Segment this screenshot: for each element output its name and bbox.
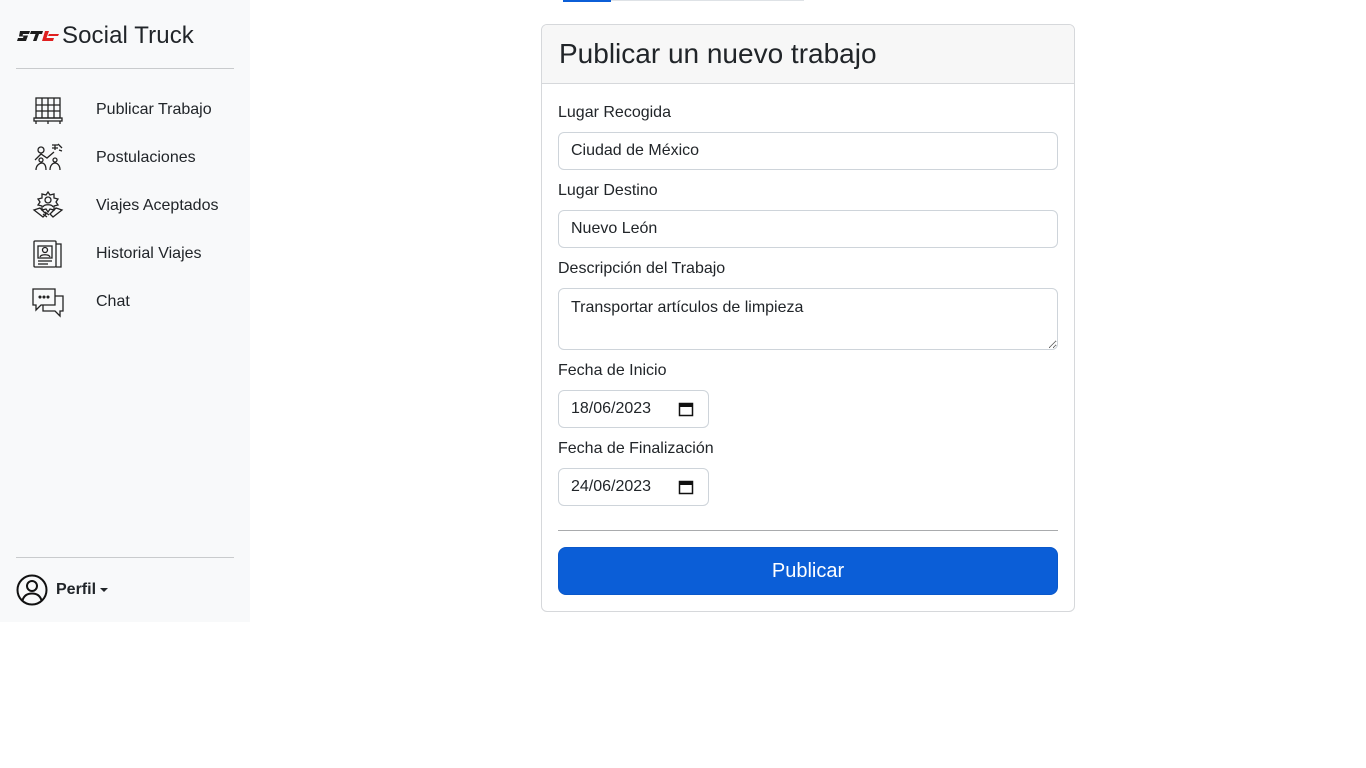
pallet-boxes-icon: [31, 93, 65, 127]
brand[interactable]: Social Truck: [16, 20, 194, 52]
sidebar-item-publicar-trabajo[interactable]: Publicar Trabajo: [16, 86, 234, 134]
sidebar-nav: Publicar Trabajo Postulaciones Viajes Ac…: [16, 86, 234, 326]
start-date-input[interactable]: 18/06/2023: [558, 390, 709, 428]
calendar-icon[interactable]: [678, 401, 694, 417]
pickup-input[interactable]: [558, 132, 1058, 170]
sidebar-item-chat[interactable]: Chat: [16, 278, 234, 326]
publish-job-card: Publicar un nuevo trabajo Lugar Recogida…: [541, 24, 1075, 612]
end-date-label: Fecha de Finalización: [558, 440, 714, 457]
sidebar-item-viajes-aceptados[interactable]: Viajes Aceptados: [16, 182, 234, 230]
sidebar-item-label: Chat: [96, 293, 130, 310]
pickup-label: Lugar Recogida: [558, 104, 671, 121]
tab-indicator-track: [611, 0, 804, 1]
sidebar-item-label: Viajes Aceptados: [96, 197, 219, 214]
form-divider: [558, 530, 1058, 531]
tab-indicator-active: [563, 0, 611, 2]
end-date-input[interactable]: 24/06/2023: [558, 468, 709, 506]
sidebar-divider-top: [16, 68, 234, 69]
worker-hands-icon: [31, 141, 65, 175]
brand-name: Social Truck: [62, 22, 194, 49]
caret-down-icon: [100, 588, 109, 592]
st-truck-logo-icon: [17, 31, 59, 41]
publish-button[interactable]: Publicar: [558, 547, 1058, 595]
start-date-label: Fecha de Inicio: [558, 362, 667, 379]
sidebar-item-label: Historial Viajes: [96, 245, 202, 262]
sidebar: Social Truck Publicar Trabajo Postulacio…: [0, 0, 250, 622]
sidebar-item-label: Publicar Trabajo: [96, 101, 212, 118]
page-title: Publicar un nuevo trabajo: [559, 38, 877, 69]
end-date-value: 24/06/2023: [571, 478, 652, 495]
sidebar-divider-bottom: [16, 557, 234, 558]
sidebar-item-label: Postulaciones: [96, 149, 196, 166]
description-label: Descripción del Trabajo: [558, 260, 726, 277]
profile-label: Perfil: [56, 581, 97, 598]
handshake-gear-icon: [31, 189, 65, 223]
calendar-icon[interactable]: [678, 479, 694, 495]
destination-label: Lugar Destino: [558, 182, 658, 199]
start-date-value: 18/06/2023: [571, 400, 652, 417]
destination-input[interactable]: [558, 210, 1058, 248]
card-header: Publicar un nuevo trabajo: [542, 25, 1074, 84]
sidebar-item-postulaciones[interactable]: Postulaciones: [16, 134, 234, 182]
description-textarea[interactable]: Transportar artículos de limpieza: [558, 288, 1058, 350]
profile-dropdown[interactable]: Perfil: [16, 574, 109, 606]
sidebar-item-historial-viajes[interactable]: Historial Viajes: [16, 230, 234, 278]
user-avatar-icon: [16, 574, 48, 606]
chat-bubbles-icon: [31, 285, 65, 319]
id-card-folder-icon: [31, 237, 65, 271]
